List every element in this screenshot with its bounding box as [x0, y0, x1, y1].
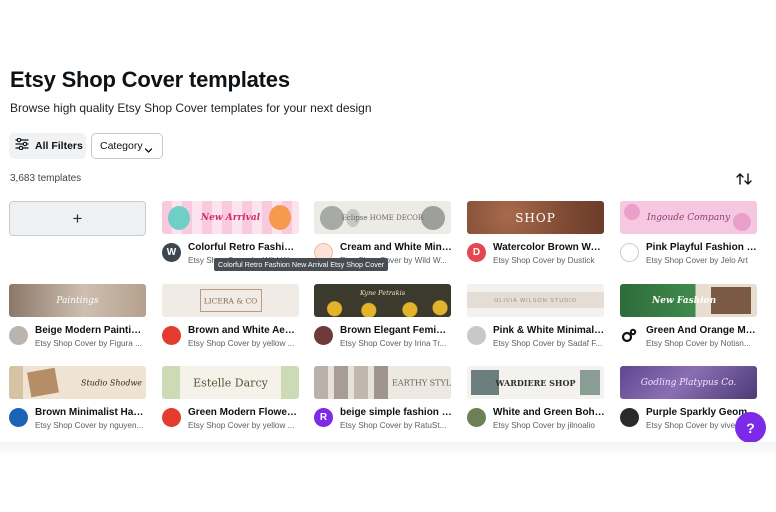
avatar — [9, 408, 28, 427]
thumbnail-text: Paintings — [56, 295, 99, 306]
template-title: White and Green Boho ... — [493, 407, 605, 418]
template-author: Etsy Shop Cover by Dustick — [493, 256, 595, 265]
template-title: Green Modern Flower ... — [188, 407, 300, 418]
category-dropdown[interactable]: Category — [91, 133, 163, 159]
template-title: Brown Minimalist Han... — [35, 407, 147, 418]
thumbnail-text: Kyne Petrakis — [359, 289, 406, 298]
thumbnail-text: Estelle Darcy — [193, 376, 268, 389]
template-author: Etsy Shop Cover by Notisn... — [646, 339, 751, 348]
page: Etsy Shop Cover templates Browse high qu… — [0, 0, 776, 512]
template-card[interactable]: WARDIERE SHOP White and Green Boho ... E… — [467, 366, 605, 434]
template-author: Etsy Shop Cover by RatuSt... — [340, 421, 447, 430]
template-title: Brown and White Aest... — [188, 325, 300, 336]
template-thumbnail[interactable]: New Fashion — [620, 284, 757, 317]
all-filters-button[interactable]: All Filters — [9, 133, 86, 159]
template-thumbnail[interactable]: SHOP — [467, 201, 604, 234]
avatar — [9, 326, 28, 345]
template-thumbnail[interactable]: New Arrival — [162, 201, 299, 234]
template-title: Brown Elegant Feminin... — [340, 325, 452, 336]
template-thumbnail[interactable]: LICERA & CO — [162, 284, 299, 317]
thumbnail-text: Godling Platypus Co. — [640, 377, 737, 388]
template-title: Green And Orange Mo... — [646, 325, 758, 336]
avatar: R — [314, 408, 333, 427]
template-card[interactable]: Kyne Petrakis Brown Elegant Feminin... E… — [314, 284, 452, 352]
template-author: Etsy Shop Cover by yellow ... — [188, 339, 295, 348]
avatar — [162, 408, 181, 427]
template-title: Beige Modern Painting... — [35, 325, 147, 336]
template-thumbnail[interactable]: Paintings — [9, 284, 146, 317]
template-card[interactable]: Paintings Beige Modern Painting... Etsy … — [9, 284, 147, 352]
template-card[interactable]: Ingoude Company Pink Playful Fashion Et.… — [620, 201, 758, 269]
thumbnail-text: Studio Shodwe — [81, 378, 143, 387]
template-title: Pink & White Minimalis... — [493, 325, 605, 336]
template-tooltip: Colorful Retro Fashion New Arrival Etsy … — [214, 258, 389, 271]
template-card[interactable]: New Fashion Green And Orange Mo... Etsy … — [620, 284, 758, 352]
all-filters-label: All Filters — [35, 140, 83, 152]
thumbnail-text: Ingoude Company — [646, 212, 731, 223]
template-title: Cream and White Mini... — [340, 242, 452, 253]
template-author: Etsy Shop Cover by yellow ... — [188, 421, 295, 430]
template-title: Colorful Retro Fashion ... — [188, 242, 300, 253]
thumbnail-text: SHOP — [515, 210, 556, 225]
create-blank-button[interactable]: + — [9, 201, 146, 236]
template-card[interactable]: Estelle Darcy Green Modern Flower ... Et… — [162, 366, 300, 434]
template-author: Etsy Shop Cover by Sadaf F... — [493, 339, 603, 348]
template-card[interactable]: Studio Shodwe Brown Minimalist Han... Et… — [9, 366, 147, 434]
avatar — [620, 408, 639, 427]
avatar: W — [162, 243, 181, 262]
filter-sliders-icon — [15, 137, 29, 155]
category-label: Category — [100, 140, 143, 152]
template-thumbnail[interactable]: WARDIERE SHOP — [467, 366, 604, 399]
thumbnail-text: New Fashion — [652, 295, 717, 306]
thumbnail-text: WARDIERE SHOP — [495, 377, 576, 388]
thumbnail-text: LICERA & CO — [203, 296, 258, 305]
template-thumbnail[interactable]: Kyne Petrakis — [314, 284, 451, 317]
plus-icon: + — [72, 208, 83, 228]
content-area: Etsy Shop Cover templates Browse high qu… — [0, 0, 776, 448]
template-author: Etsy Shop Cover by jilnoalio — [493, 421, 595, 430]
avatar — [467, 408, 486, 427]
template-title: Pink Playful Fashion Et... — [646, 242, 758, 253]
avatar — [620, 326, 639, 345]
template-thumbnail[interactable]: Estelle Darcy — [162, 366, 299, 399]
template-author: Etsy Shop Cover by nguyen... — [35, 421, 144, 430]
thumbnail-text: OLIVIA WILSON STUDIO — [494, 297, 577, 304]
sort-icon[interactable] — [735, 171, 753, 187]
avatar — [620, 243, 639, 262]
thumbnail-text: EARTHY STYLE — [392, 378, 451, 387]
template-title: Watercolor Brown Wat... — [493, 242, 605, 253]
template-title: beige simple fashion st... — [340, 407, 452, 418]
thumbnail-text: Eclipse HOME DECOR — [341, 213, 424, 222]
template-card[interactable]: LICERA & CO Brown and White Aest... Etsy… — [162, 284, 300, 352]
template-thumbnail[interactable]: Ingoude Company — [620, 201, 757, 234]
thumbnail-text: New Arrival — [200, 212, 261, 223]
page-title: Etsy Shop Cover templates — [10, 67, 290, 92]
template-thumbnail[interactable]: Eclipse HOME DECOR — [314, 201, 451, 234]
template-card[interactable]: OLIVIA WILSON STUDIO Pink & White Minima… — [467, 284, 605, 352]
template-thumbnail[interactable]: EARTHY STYLE — [314, 366, 451, 399]
template-thumbnail[interactable]: Studio Shodwe — [9, 366, 146, 399]
template-count: 3,683 templates — [10, 173, 82, 184]
page-subtitle: Browse high quality Etsy Shop Cover temp… — [10, 101, 372, 115]
avatar — [467, 326, 486, 345]
bottom-fade — [0, 442, 776, 512]
template-card[interactable]: EARTHY STYLE R beige simple fashion st..… — [314, 366, 452, 434]
template-author: Etsy Shop Cover by Figura ... — [35, 339, 142, 348]
avatar — [314, 326, 333, 345]
template-thumbnail[interactable]: Godling Platypus Co. — [620, 366, 757, 399]
template-thumbnail[interactable]: OLIVIA WILSON STUDIO — [467, 284, 604, 317]
chevron-down-icon — [144, 142, 153, 160]
template-card[interactable]: SHOP D Watercolor Brown Wat... Etsy Shop… — [467, 201, 605, 269]
avatar: D — [467, 243, 486, 262]
template-author: Etsy Shop Cover by Jelo Art — [646, 256, 748, 265]
help-button[interactable]: ? — [735, 412, 766, 443]
template-author: Etsy Shop Cover by Irina Tr... — [340, 339, 447, 348]
avatar — [162, 326, 181, 345]
